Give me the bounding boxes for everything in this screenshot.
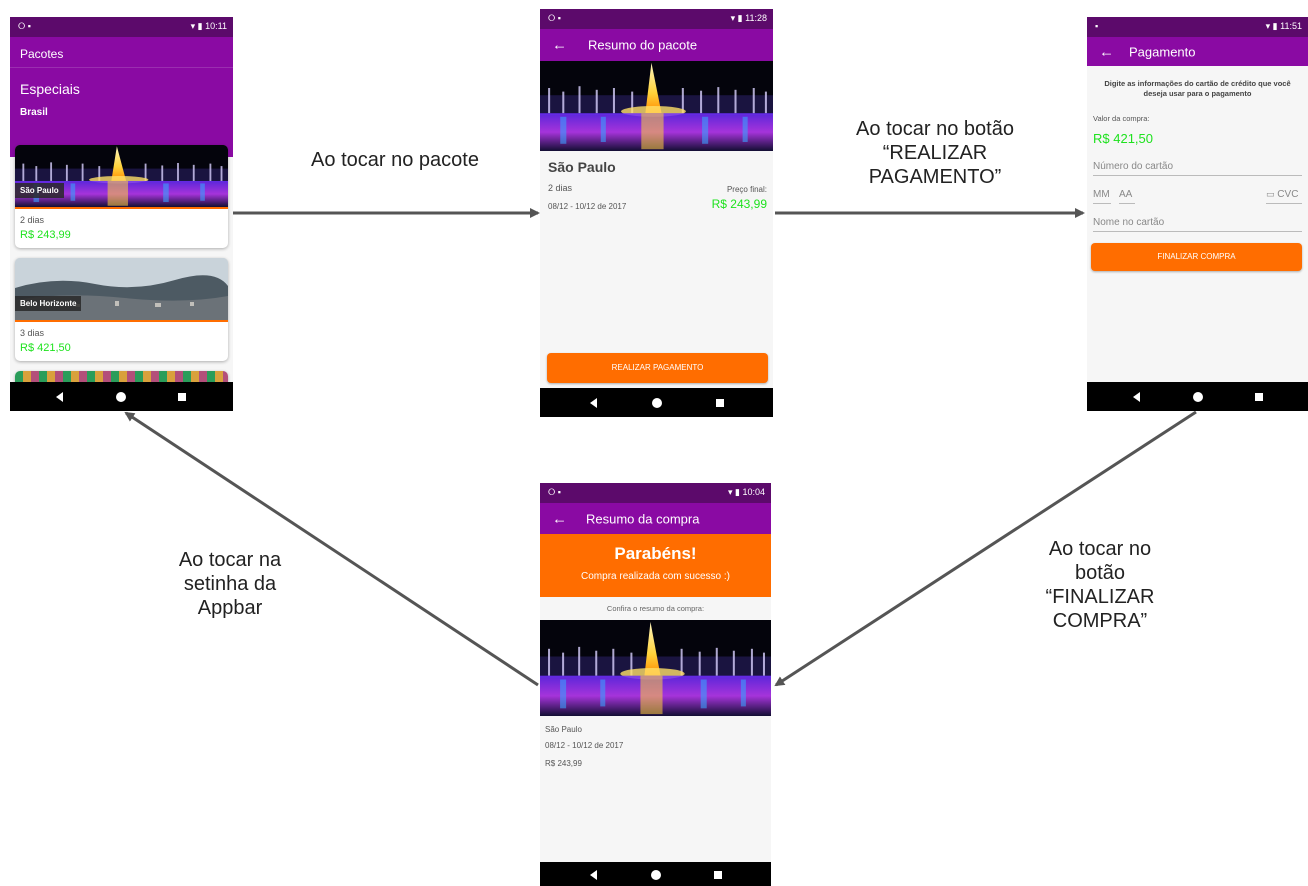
package-place: Belo Horizonte xyxy=(15,296,82,311)
caption-tocar-pacote: Ao tocar no pacote xyxy=(311,149,479,171)
package-dates: 08/12 - 10/12 de 2017 xyxy=(548,202,627,211)
status-bar: ▪ ▾ ▮ 11:51 xyxy=(1087,17,1308,37)
back-arrow-icon[interactable]: ← xyxy=(552,510,567,527)
caption-tocar-finalizar: Ao tocar no botão “FINALIZAR COMPRA” xyxy=(1045,538,1155,632)
header-subtitle: Brasil xyxy=(20,107,48,118)
status-time: ▾ ▮ 11:51 xyxy=(1265,21,1302,31)
recents-nav-icon[interactable] xyxy=(716,399,724,407)
package-place: São Paulo xyxy=(545,725,582,734)
valor-compra: R$ 421,50 xyxy=(1093,131,1153,146)
divider xyxy=(15,320,228,322)
screen-pagamento: ▪ ▾ ▮ 11:51 ← Pagamento Digite as inform… xyxy=(1087,17,1308,411)
valor-label: Valor da compra: xyxy=(1093,114,1150,123)
package-price: R$ 243,99 xyxy=(545,759,582,768)
back-arrow-icon[interactable]: ← xyxy=(1099,43,1114,60)
screen-pacotes: ⭘ ▪ ▾ ▮ 10:11 Pacotes Especiais Brasil S… xyxy=(10,17,233,411)
package-days: 2 dias xyxy=(548,183,573,193)
header-title: Especiais xyxy=(20,81,80,97)
appbar-title: Pacotes xyxy=(20,47,64,61)
appbar-title: Pagamento xyxy=(1129,44,1196,59)
recents-nav-icon[interactable] xyxy=(1255,393,1263,401)
status-icons-left: ⭘ ▪ xyxy=(548,13,561,23)
back-nav-icon[interactable] xyxy=(590,398,597,408)
status-time: ▾ ▮ 10:04 xyxy=(727,487,765,497)
caption-tocar-setinha: Ao tocar na setinha da Appbar xyxy=(178,549,282,619)
congrats-title: Parabéns! xyxy=(614,544,697,563)
confira-label: Confira o resumo da compra: xyxy=(606,604,705,613)
nav-bar xyxy=(10,382,233,411)
nav-bar xyxy=(1087,382,1308,411)
success-message: Compra realizada com sucesso :) xyxy=(581,571,730,582)
package-card[interactable]: Belo Horizonte 3 dias R$ 421,50 xyxy=(15,258,228,361)
back-nav-icon[interactable] xyxy=(1133,392,1140,402)
status-bar: ⭘ ▪ ▾ ▮ 10:11 xyxy=(10,17,233,37)
status-bar: ⭘ ▪ ▾ ▮ 11:28 xyxy=(540,9,773,29)
appbar: Pacotes Especiais Brasil xyxy=(10,37,233,157)
package-place: São Paulo xyxy=(15,183,64,198)
status-bar: ⭘ ▪ ▾ ▮ 10:04 xyxy=(540,483,771,503)
package-card[interactable]: São Paulo 2 dias R$ 243,99 xyxy=(15,145,228,248)
status-icons-left: ⭘ ▪ xyxy=(548,487,561,497)
status-time: ▾ ▮ 10:11 xyxy=(190,21,227,31)
package-days: 3 dias xyxy=(20,328,45,338)
status-icons-left: ▪ xyxy=(1095,21,1099,31)
appbar: ← Resumo do pacote xyxy=(540,29,773,61)
home-nav-icon[interactable] xyxy=(1193,392,1203,402)
package-place: São Paulo xyxy=(548,159,616,175)
appbar: ← Pagamento xyxy=(1087,37,1308,66)
finalizar-compra-button[interactable]: FINALIZAR COMPRA xyxy=(1091,243,1302,271)
final-price: R$ 243,99 xyxy=(711,197,767,211)
nav-bar xyxy=(540,388,773,417)
month-field[interactable]: MM xyxy=(1093,189,1111,204)
home-nav-icon[interactable] xyxy=(116,392,126,402)
package-image xyxy=(540,61,773,151)
home-nav-icon[interactable] xyxy=(651,870,661,880)
package-price: R$ 243,99 xyxy=(20,229,71,241)
nav-bar xyxy=(540,862,771,886)
realizar-pagamento-button[interactable]: REALIZAR PAGAMENTO xyxy=(547,353,768,383)
home-nav-icon[interactable] xyxy=(652,398,662,408)
package-price: R$ 421,50 xyxy=(20,342,71,354)
instructions: Digite as informações do cartão de crédi… xyxy=(1104,79,1291,98)
appbar-title: Resumo do pacote xyxy=(588,37,698,53)
credit-card-icon: ▭ xyxy=(1266,189,1275,199)
back-nav-icon[interactable] xyxy=(56,392,63,402)
caption-tocar-realizar: Ao tocar no botão “REALIZAR PAGAMENTO” xyxy=(856,118,1014,188)
price-label: Preço final: xyxy=(726,185,767,194)
screen-resumo-compra: ⭘ ▪ ▾ ▮ 10:04 ← Resumo da compra Parabén… xyxy=(540,483,771,886)
back-arrow-icon[interactable]: ← xyxy=(552,37,567,54)
success-banner: Parabéns! Compra realizada com sucesso :… xyxy=(540,534,771,597)
status-time: ▾ ▮ 11:28 xyxy=(730,13,767,23)
divider xyxy=(15,207,228,209)
cvc-field[interactable]: ▭ CVC xyxy=(1266,189,1302,204)
appbar: ← Resumo da compra xyxy=(540,503,771,534)
screen-resumo-pacote: ⭘ ▪ ▾ ▮ 11:28 ← Resumo do pacote São Pau… xyxy=(540,9,773,417)
status-icons-left: ⭘ ▪ xyxy=(18,21,31,31)
recents-nav-icon[interactable] xyxy=(714,871,722,879)
back-nav-icon[interactable] xyxy=(590,870,597,880)
package-dates: 08/12 - 10/12 de 2017 xyxy=(545,741,624,750)
year-field[interactable]: AA xyxy=(1119,189,1135,204)
package-days: 2 dias xyxy=(20,215,45,225)
card-number-field[interactable]: Número do cartão xyxy=(1093,161,1302,176)
recents-nav-icon[interactable] xyxy=(178,393,186,401)
name-on-card-field[interactable]: Nome no cartão xyxy=(1093,217,1302,232)
appbar-title: Resumo da compra xyxy=(586,511,700,526)
package-image xyxy=(540,620,771,716)
